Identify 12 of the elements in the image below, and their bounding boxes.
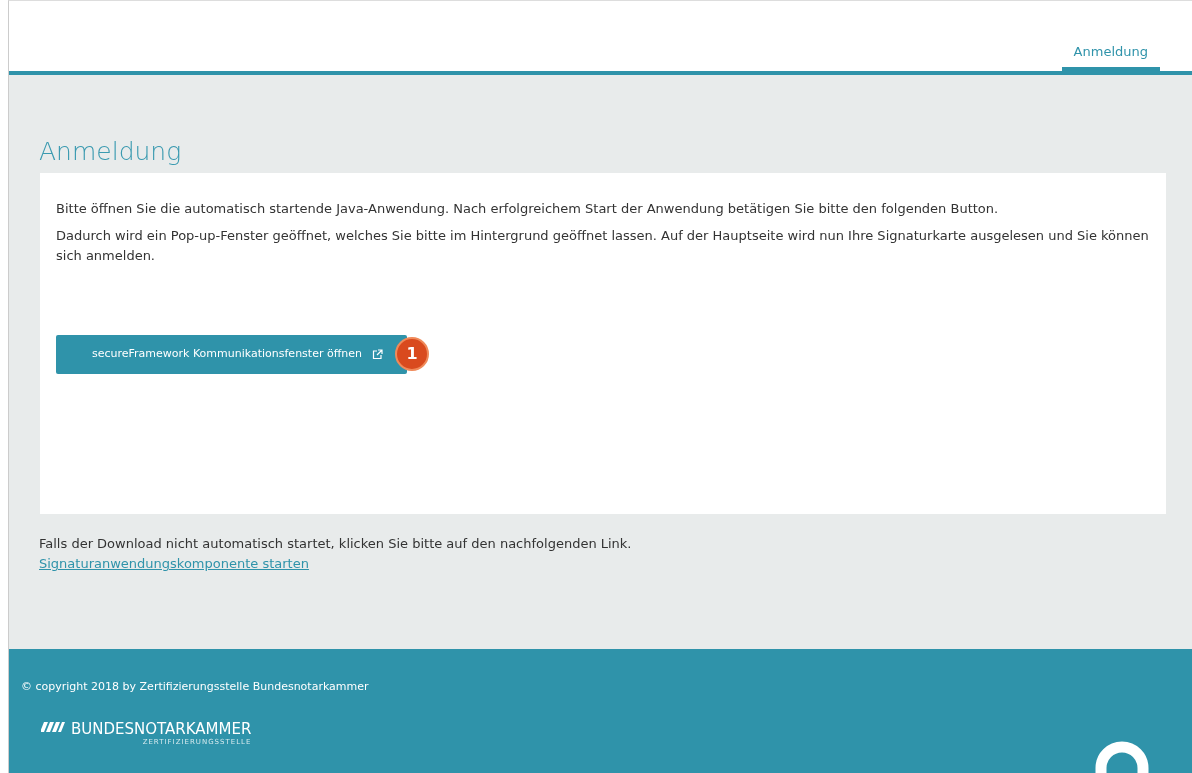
- open-window-button[interactable]: secureFramework Kommunikationsfenster öffnen: [56, 335, 407, 374]
- logo-name: BUNDESNOTARKAMMER: [71, 721, 252, 737]
- instruction-paragraph: Bitte öffnen Sie die automatisch startende Java-Anwendung. Nach erfolgreichem Start der Anwendung betätigen Sie bitte den folgenden Button.: [56, 199, 1000, 218]
- copyright-text: © copyright 2018 by Zertifizierungsstelle Bundesnotarkammer: [21, 679, 370, 695]
- ring-icon: [1094, 740, 1150, 773]
- download-note: Falls der Download nicht automatisch startet, klicken Sie bitte auf den nachfolgenden Link.: [39, 534, 633, 553]
- nav-tab[interactable]: Anmeldung: [1061, 41, 1160, 71]
- page-title: Anmeldung: [39, 136, 183, 168]
- instruction-paragraph: Dadurch wird ein Pop-up-Fenster geöffnet, welches Sie bitte im Hintergrund geöffnet lassen. Auf der Hauptseite wird nun Ihre Signaturkarte ausgelesen und Sie können sich anmelden.: [56, 227, 1150, 265]
- external-link-icon: [371, 348, 383, 360]
- stripes-logo-icon: [41, 721, 65, 732]
- download-link[interactable]: Signaturanwendungskomponente starten: [39, 556, 309, 572]
